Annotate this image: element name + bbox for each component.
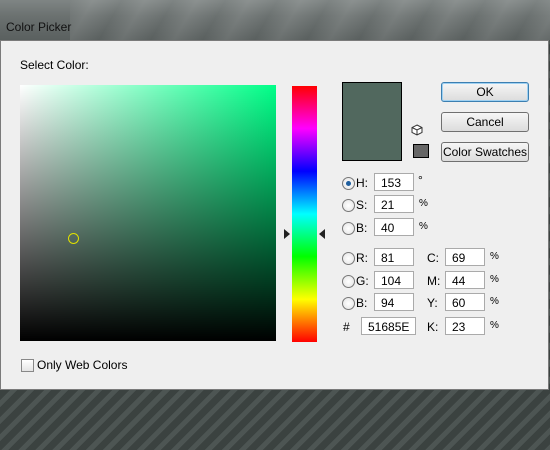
yellow-field[interactable]: 60 xyxy=(445,293,485,311)
hue-slider-left-arrow[interactable] xyxy=(284,229,290,239)
brightness-unit: % xyxy=(419,221,428,232)
color-picker-dialog: Select Color: OK Cancel Color Swatches H… xyxy=(0,40,549,390)
websafe-color-swatch[interactable] xyxy=(413,144,429,158)
hue-slider[interactable] xyxy=(292,86,317,342)
magenta-unit: % xyxy=(490,274,499,285)
brightness-field[interactable]: 40 xyxy=(374,218,414,236)
brightness-radio[interactable] xyxy=(342,222,355,235)
red-label: R: xyxy=(356,251,368,265)
blue-label: B: xyxy=(356,296,368,310)
saturation-label: S: xyxy=(356,198,368,212)
magenta-label: M: xyxy=(427,274,441,288)
brightness-label: B: xyxy=(356,221,368,235)
blue-radio[interactable] xyxy=(342,297,355,310)
black-unit: % xyxy=(490,320,499,331)
select-color-label: Select Color: xyxy=(20,58,89,72)
hue-field[interactable]: 153 xyxy=(374,173,414,191)
cyan-label: C: xyxy=(427,251,439,265)
only-web-colors-checkbox[interactable] xyxy=(21,359,34,372)
saturation-field[interactable]: 21 xyxy=(374,195,414,213)
hue-unit: ° xyxy=(418,173,423,187)
green-field[interactable]: 104 xyxy=(374,271,414,289)
saturation-radio[interactable] xyxy=(342,199,355,212)
cyan-field[interactable]: 69 xyxy=(445,248,485,266)
black-field[interactable]: 23 xyxy=(445,317,485,335)
title-bar-decoration xyxy=(70,0,550,40)
cancel-button[interactable]: Cancel xyxy=(441,112,529,132)
window-title: Color Picker xyxy=(6,20,72,34)
black-label: K: xyxy=(427,320,439,334)
cyan-unit: % xyxy=(490,251,499,262)
cube-icon[interactable] xyxy=(411,124,423,136)
blue-field[interactable]: 94 xyxy=(374,293,414,311)
color-preview xyxy=(342,82,402,161)
saturation-brightness-field[interactable] xyxy=(20,85,276,341)
hue-radio[interactable] xyxy=(342,177,355,190)
title-bar: Color Picker xyxy=(0,0,550,40)
saturation-unit: % xyxy=(419,198,428,209)
color-marker[interactable] xyxy=(68,233,79,244)
hue-label: H: xyxy=(356,176,368,190)
only-web-colors-label: Only Web Colors xyxy=(37,358,128,372)
green-radio[interactable] xyxy=(342,275,355,288)
red-field[interactable]: 81 xyxy=(374,248,414,266)
green-label: G: xyxy=(356,274,369,288)
magenta-field[interactable]: 44 xyxy=(445,271,485,289)
yellow-unit: % xyxy=(490,296,499,307)
red-radio[interactable] xyxy=(342,252,355,265)
hex-label: # xyxy=(343,320,350,334)
color-swatches-button[interactable]: Color Swatches xyxy=(441,142,529,162)
hex-field[interactable]: 51685E xyxy=(361,317,416,335)
yellow-label: Y: xyxy=(427,296,438,310)
ok-button[interactable]: OK xyxy=(441,82,529,102)
hue-slider-right-arrow[interactable] xyxy=(319,229,325,239)
